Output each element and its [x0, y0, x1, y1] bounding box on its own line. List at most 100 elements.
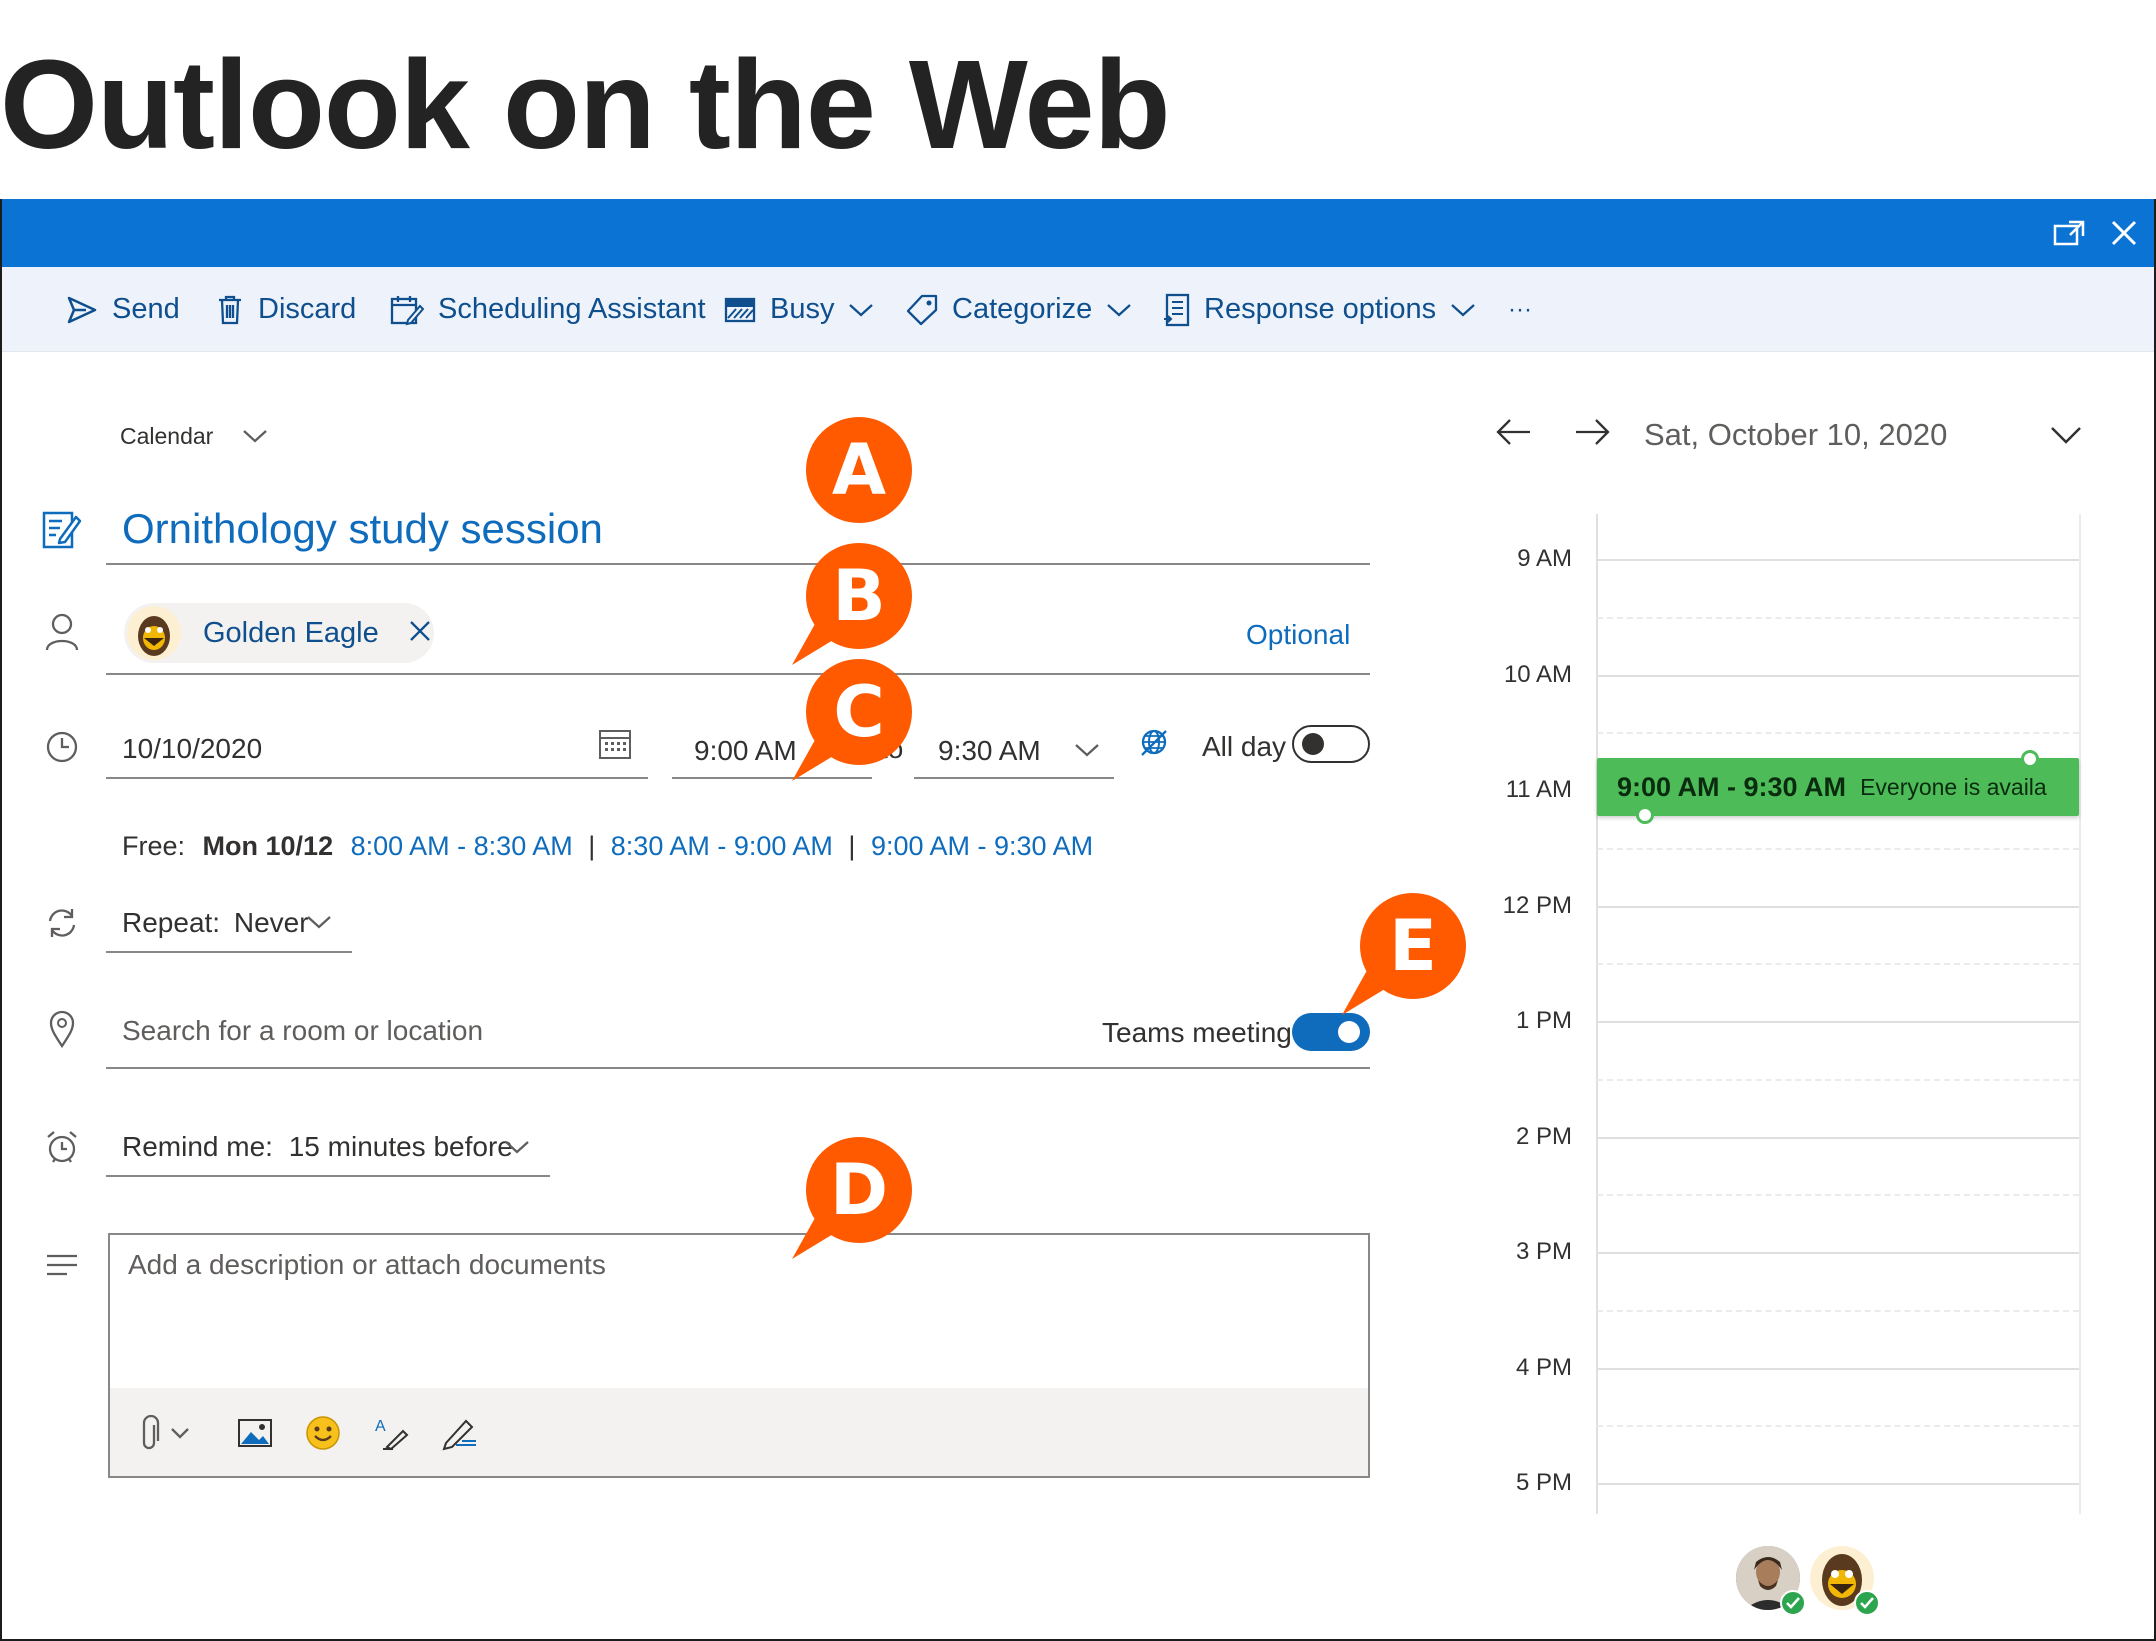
- remind-value: 15 minutes before: [288, 1131, 513, 1162]
- remove-attendee-icon[interactable]: [409, 620, 431, 647]
- attendee-name: Golden Eagle: [203, 616, 379, 649]
- send-label: Send: [112, 293, 180, 325]
- hour-label: 1 PM: [1515, 1007, 1572, 1034]
- time-zone-icon[interactable]: [1138, 727, 1170, 766]
- more-options-button[interactable]: ···: [1508, 267, 1532, 352]
- all-day-toggle-knob: [1302, 733, 1324, 755]
- repeat-value: Never: [233, 907, 309, 938]
- chevron-down-icon[interactable]: [504, 1139, 530, 1155]
- page-heading: Outlook on the Web: [0, 34, 1171, 175]
- emoji-icon: [306, 1416, 340, 1450]
- title-bar: [2, 199, 2154, 267]
- description-editor[interactable]: Add a description or attach documents A: [108, 1233, 1370, 1478]
- description-placeholder: Add a description or attach documents: [128, 1249, 606, 1280]
- golden-eagle-attendee-avatar[interactable]: [1810, 1546, 1880, 1616]
- tag-icon: [906, 294, 938, 325]
- end-time-underline: [914, 777, 1114, 779]
- repeat-dropdown[interactable]: Repeat: Never: [122, 907, 309, 939]
- event-resize-handle-top[interactable]: [2021, 750, 2039, 768]
- free-label: Free:: [122, 831, 186, 861]
- event-title-input[interactable]: Ornithology study session: [122, 505, 603, 553]
- half-hour-grid-line: [1597, 1309, 2079, 1312]
- pop-out-icon[interactable]: [2050, 213, 2090, 253]
- person-icon: [40, 610, 84, 654]
- optional-attendees-link[interactable]: Optional: [1246, 619, 1350, 651]
- chevron-down-icon[interactable]: [1074, 742, 1100, 758]
- hour-grid-line: [1597, 559, 2079, 561]
- hour-label: 2 PM: [1515, 1122, 1572, 1150]
- signature-button[interactable]: [436, 1410, 482, 1456]
- golden-eagle-avatar: [127, 606, 181, 660]
- calendar-selector-label[interactable]: Calendar: [120, 423, 213, 450]
- attendees-underline: [106, 673, 1370, 675]
- event-availability: Everyone is availa: [1860, 773, 2047, 800]
- reminder-dropdown[interactable]: Remind me: 15 minutes before: [122, 1131, 513, 1163]
- location-pin-icon: [40, 1007, 84, 1051]
- slot-separator: |: [848, 831, 856, 861]
- response-options-dropdown[interactable]: Response options: [1162, 267, 1476, 352]
- date-underline: [106, 777, 648, 779]
- insert-picture-button[interactable]: [232, 1410, 278, 1456]
- busy-status-icon: [724, 297, 756, 322]
- chevron-down-icon: [849, 303, 874, 317]
- chevron-down-icon[interactable]: [2050, 425, 2082, 445]
- alarm-clock-icon: [40, 1125, 84, 1169]
- day-view-date[interactable]: Sat, October 10, 2020: [1644, 417, 1947, 453]
- end-time-input[interactable]: 9:30 AM: [938, 735, 1041, 767]
- hour-grid-line: [1597, 674, 2079, 677]
- free-slot-3[interactable]: 9:00 AM - 9:30 AM: [871, 831, 1093, 861]
- send-button[interactable]: Send: [66, 267, 180, 352]
- calendar-picker-icon[interactable]: [598, 728, 632, 765]
- hour-label: 11 AM: [1505, 776, 1572, 803]
- paperclip-icon: [142, 1415, 189, 1450]
- next-day-button[interactable]: [1574, 417, 1610, 452]
- attendee-chip[interactable]: Golden Eagle: [124, 603, 434, 663]
- free-day: Mon 10/12: [202, 831, 334, 861]
- scheduling-assistant-button[interactable]: Scheduling Assistant: [390, 267, 706, 352]
- image-icon: [238, 1419, 272, 1447]
- hour-label: 4 PM: [1515, 1353, 1572, 1381]
- callout-d-pointer: [792, 1209, 848, 1259]
- organizer-avatar[interactable]: [1736, 1546, 1806, 1616]
- hour-grid-line: [1597, 905, 2079, 908]
- busy-dropdown[interactable]: Busy: [724, 267, 874, 352]
- free-slot-2[interactable]: 8:30 AM - 9:00 AM: [611, 831, 833, 861]
- discard-button[interactable]: Discard: [216, 267, 356, 352]
- calendar-edit-icon: [390, 295, 424, 325]
- callout-a: A: [806, 417, 912, 523]
- half-hour-grid-line: [1597, 616, 2079, 619]
- categorize-dropdown[interactable]: Categorize: [906, 267, 1132, 352]
- categorize-label: Categorize: [952, 293, 1093, 325]
- command-bar: Send Discard Scheduling Assistant Busy C…: [2, 267, 2154, 352]
- title-underline: [106, 563, 1370, 565]
- attach-file-button[interactable]: [138, 1410, 208, 1456]
- free-slot-1[interactable]: 8:00 AM - 8:30 AM: [351, 831, 573, 861]
- close-icon[interactable]: [2104, 213, 2144, 253]
- event-block[interactable]: 9:00 AM - 9:30 AM Everyone is availa: [1597, 758, 2079, 816]
- more-icon: ···: [1508, 295, 1532, 323]
- start-date-input[interactable]: 10/10/2020: [122, 733, 262, 765]
- clock-icon: [40, 725, 84, 769]
- chevron-down-icon: [1107, 303, 1132, 317]
- insert-emoji-button[interactable]: [300, 1410, 346, 1456]
- hour-label: 12 PM: [1502, 891, 1572, 919]
- description-lines-icon: [40, 1243, 84, 1287]
- start-time-input[interactable]: 9:00 AM: [694, 735, 797, 767]
- day-grid-left-border: [1596, 514, 1598, 1514]
- callout-e-pointer: [1342, 965, 1398, 1015]
- format-text-button[interactable]: A: [368, 1410, 414, 1456]
- half-hour-grid-line: [1597, 1078, 2079, 1081]
- chevron-down-icon[interactable]: [242, 428, 268, 444]
- event-resize-handle-bottom[interactable]: [1636, 806, 1654, 824]
- repeat-underline: [106, 951, 352, 953]
- teams-meeting-toggle[interactable]: [1292, 1013, 1370, 1051]
- chevron-down-icon[interactable]: [306, 914, 332, 930]
- previous-day-button[interactable]: [1496, 417, 1532, 452]
- half-hour-grid-line: [1597, 1194, 2079, 1197]
- all-day-toggle[interactable]: [1292, 725, 1370, 763]
- arrow-right-icon: [1576, 419, 1610, 445]
- chevron-down-icon: [1451, 303, 1475, 317]
- location-input[interactable]: Search for a room or location: [122, 1015, 483, 1047]
- discard-label: Discard: [258, 293, 357, 325]
- hour-label: 3 PM: [1515, 1238, 1572, 1265]
